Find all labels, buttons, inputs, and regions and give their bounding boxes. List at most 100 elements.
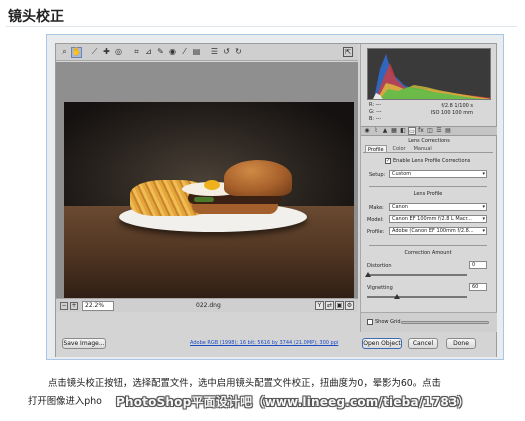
bun-top [224,160,292,196]
distortion-label: Distortion [367,263,392,269]
copy-settings-icon[interactable]: ▣ [335,301,344,310]
spot-removal-icon[interactable]: ✎ [155,47,166,58]
preview-settings-icon[interactable]: ⚙ [345,301,354,310]
red-eye-icon[interactable]: ◉ [167,47,178,58]
workflow-options-link[interactable]: Adobe RGB (1998); 16 bit; 5616 by 3744 (… [190,340,338,346]
profile-settings: ✓ Enable Lens Profile Corrections Setup:… [363,152,493,330]
distortion-slider[interactable] [365,272,467,277]
divider [369,245,487,246]
vignetting-value[interactable]: 60 [469,283,487,291]
distortion-value[interactable]: 0 [469,261,487,269]
camera-readout: R: --- G: --- B: --- f/2.8 1/100 s ISO 1… [367,102,491,126]
save-image-button[interactable]: Save Image... [62,338,106,349]
model-select[interactable]: Canon EF 100mm f/2.8 L Macr... ▾ [389,215,487,223]
histogram [367,48,491,100]
color-sampler-icon[interactable]: ✚ [101,47,112,58]
make-label: Make: [369,205,384,211]
setup-label: Setup: [369,172,386,178]
chevron-down-icon: ▾ [482,204,485,210]
make-value: Canon [392,204,408,210]
fullscreen-toggle-icon[interactable]: ⇱ [343,47,353,57]
zoom-in-button[interactable]: + [70,302,78,310]
white-balance-icon[interactable]: ⟋ [89,47,100,58]
watermark: PhotoShop平面设计吧（www.lineeg.com/tieba/1783… [116,395,470,409]
make-select[interactable]: Canon ▾ [389,203,487,211]
correction-amount-title: Correction Amount [404,250,452,256]
profile-select[interactable]: Adobe (Canon EF 100mm f/2.8... ▾ [389,227,487,235]
rgb-labels: R: --- G: --- B: --- [369,102,382,123]
grid-size-slider[interactable] [401,321,489,324]
show-grid-row: Show Grid [361,312,497,332]
rotate-right-icon[interactable]: ↻ [233,47,244,58]
enable-profile-checkbox[interactable]: ✓ [385,158,391,164]
greens [194,197,214,202]
tab-hsl-icon[interactable]: ▦ [390,127,398,135]
profile-value: Adobe (Canon EF 100mm f/2.8... [392,228,474,234]
tab-presets-icon[interactable]: ☰ [435,127,443,135]
zoom-tool-icon[interactable]: ⌕ [59,47,70,58]
crop-tool-icon[interactable]: ⌗ [131,47,142,58]
exif-info: f/2.8 1/100 s ISO 100 100 mm [403,103,473,117]
model-value: Canon EF 100mm f/2.8 L Macr... [392,216,472,222]
tab-fx-icon[interactable]: fx [417,127,425,135]
preview-photo [64,102,354,298]
model-label: Model: [367,217,384,223]
preview-options: Y ⇄ ▣ ⚙ [315,301,354,310]
panel-title: Lens Corrections [408,138,450,144]
right-panel: R: --- G: --- B: --- f/2.8 1/100 s ISO 1… [360,44,497,332]
chevron-down-icon: ▾ [482,216,485,222]
adjustment-brush-icon[interactable]: ⁄ [179,47,190,58]
zoom-level-select[interactable]: 22.2% [82,301,114,311]
setup-value: Custom [392,171,412,177]
b-value: --- [375,116,382,122]
tab-split-toning-icon[interactable]: ◧ [399,127,407,135]
enable-profile-row[interactable]: ✓ Enable Lens Profile Corrections [385,158,470,164]
preferences-icon[interactable]: ☰ [209,47,220,58]
yolk [204,180,220,190]
r-value: --- [375,102,382,108]
divider [369,186,487,187]
file-name: 022.dng [196,302,221,309]
tab-detail-icon[interactable]: ▲ [381,127,389,135]
vignetting-slider-thumb[interactable] [394,294,401,299]
swap-icon[interactable]: ⇄ [325,301,334,310]
g-value: --- [376,109,382,115]
article-heading: 镜头校正 [8,9,64,25]
chevron-down-icon: ▾ [482,228,485,234]
preview-canvas[interactable] [56,62,358,298]
g-label: G: [369,109,375,115]
cancel-button[interactable]: Cancel [408,338,438,349]
tab-camera-calibration-icon[interactable]: ◫ [426,127,434,135]
status-bar: − + 22.2% 022.dng Y ⇄ ▣ ⚙ [56,298,358,312]
show-grid-label: Show Grid [375,319,401,325]
show-grid-checkbox[interactable] [367,319,373,325]
targeted-adjust-icon[interactable]: ◎ [113,47,124,58]
open-object-button[interactable]: Open Object [362,338,402,349]
profile-label: Profile: [367,229,385,235]
r-label: R: [369,102,375,108]
caption-line-1: 点击镜头校正按钮，选择配置文件，选中启用镜头配置文件校正，扭曲度为0，晕影为60… [48,378,441,389]
aperture-shutter: f/2.8 1/100 s [441,103,473,109]
b-label: B: [369,116,375,122]
tab-snapshots-icon[interactable]: ▤ [444,127,452,135]
tab-lens-corrections-icon[interactable]: ▭ [408,127,416,135]
setup-select[interactable]: Custom ▾ [389,170,487,178]
graduated-filter-icon[interactable]: ▤ [191,47,202,58]
hand-tool-icon[interactable]: ✋ [71,46,82,58]
distortion-slider-thumb[interactable] [365,272,371,277]
done-button[interactable]: Done [446,338,476,349]
zoom-out-button[interactable]: − [60,302,68,310]
heading-divider [6,26,517,27]
histogram-graph [368,49,490,99]
straighten-icon[interactable]: ⊿ [143,47,154,58]
tab-basic-icon[interactable]: ◉ [363,127,371,135]
enable-profile-label: Enable Lens Profile Corrections [393,158,471,164]
screenshot-frame: ⌕ ✋ ⟋ ✚ ◎ ⌗ ⊿ ✎ ◉ ⁄ ▤ ☰ ↺ ↻ ⇱ − + 22.2% 022.dng Y [46,34,504,360]
tool-bar: ⌕ ✋ ⟋ ✚ ◎ ⌗ ⊿ ✎ ◉ ⁄ ▤ ☰ ↺ ↻ [56,44,358,61]
tab-tone-curve-icon[interactable]: ⌇ [372,127,380,135]
adjustment-tabs: ◉ ⌇ ▲ ▦ ◧ ▭ fx ◫ ☰ ▤ [361,126,497,136]
iso-focal: ISO 100 100 mm [430,110,473,116]
vignetting-slider[interactable] [367,294,467,299]
rotate-left-icon[interactable]: ↺ [221,47,232,58]
before-after-icon[interactable]: Y [315,301,324,310]
